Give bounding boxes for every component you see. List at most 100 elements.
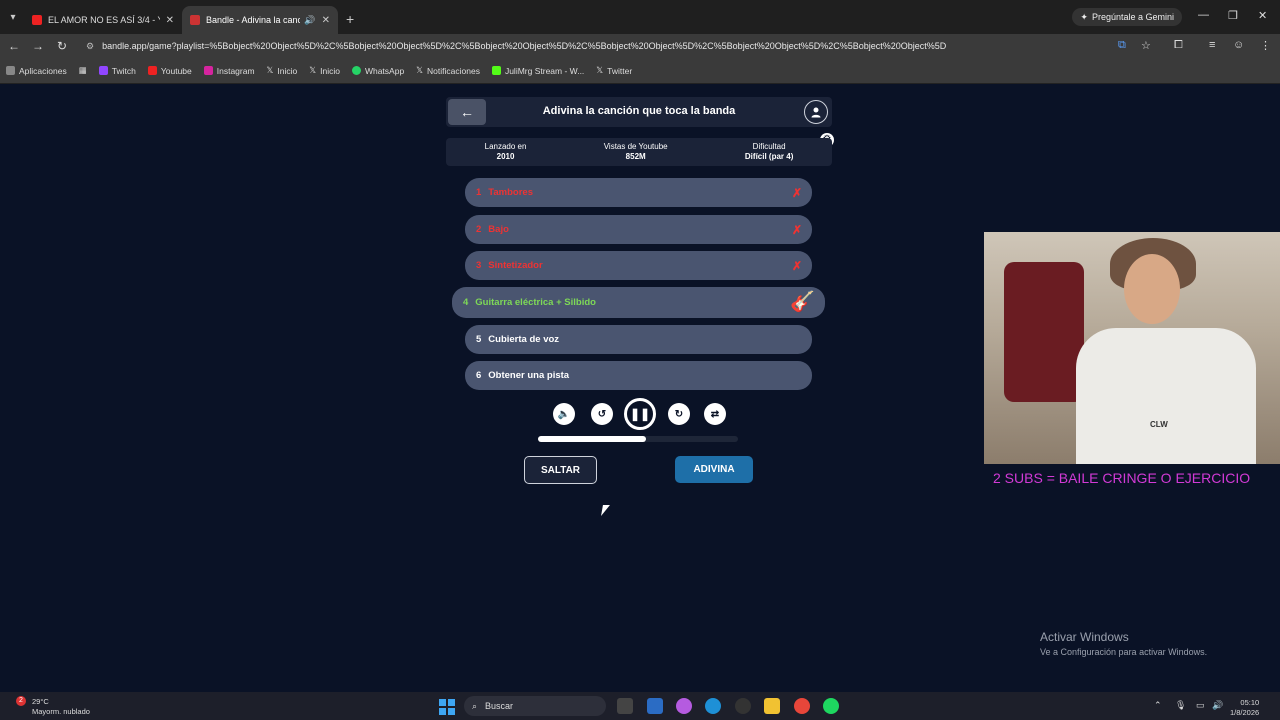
wrong-x-icon: ✗ bbox=[791, 222, 802, 237]
temperature: 29°C bbox=[32, 697, 49, 706]
browser-tabbar: ▾ EL AMOR NO ES ASÍ 3/4 - YouT ✕ Bandle … bbox=[0, 0, 1280, 34]
address-bar[interactable]: ⚙ bandle.app/game?playlist=%5Bobject%20O… bbox=[80, 34, 1110, 58]
youtube-icon bbox=[147, 66, 157, 75]
file-explorer-icon[interactable] bbox=[764, 698, 780, 714]
more-menu-icon[interactable]: ⋮ bbox=[1260, 39, 1271, 52]
watermark-title: Activar Windows bbox=[1040, 630, 1129, 644]
rewind-5-icon[interactable]: ↺ bbox=[591, 403, 613, 425]
clue-row-hint[interactable]: 6 Obtener una pista bbox=[465, 361, 812, 390]
guess-button[interactable]: ADIVINA bbox=[675, 456, 753, 483]
tab-title: EL AMOR NO ES ASÍ 3/4 - YouT bbox=[48, 15, 160, 25]
chrome-icon[interactable] bbox=[794, 698, 810, 714]
windows-taskbar: 2 29°C Mayorm. nublado ⌕ Buscar ⌃ 🎙 ▭ 🔊 … bbox=[0, 692, 1280, 720]
clue-label: Bajo bbox=[488, 224, 509, 235]
loop-off-icon[interactable]: ⇄ bbox=[704, 403, 726, 425]
tab-search-chevron-icon[interactable]: ▾ bbox=[2, 6, 24, 28]
kick-icon bbox=[491, 66, 501, 75]
bookmark-youtube[interactable]: Youtube bbox=[147, 66, 192, 76]
browser-toolbar: ← → ↻ ⚙ bandle.app/game?playlist=%5Bobje… bbox=[0, 34, 1280, 58]
bookmark-twitch[interactable]: Twitch bbox=[98, 65, 136, 76]
stat-difficulty: Dificultad Difícil (par 4) bbox=[745, 142, 793, 162]
bookmark-label: Inicio bbox=[277, 65, 298, 76]
bookmark-label: JuliMrg Stream - W... bbox=[504, 65, 585, 76]
new-tab-icon[interactable]: + bbox=[346, 11, 354, 27]
tray-chevron-icon[interactable]: ⌃ bbox=[1154, 700, 1162, 711]
task-view-icon[interactable] bbox=[617, 698, 633, 714]
obs-icon[interactable] bbox=[735, 698, 751, 714]
bookmark-apps[interactable]: Aplicaciones bbox=[6, 66, 67, 76]
volume-icon[interactable]: 🔈 bbox=[553, 403, 575, 425]
gemini-button[interactable]: ✦ Pregúntale a Gemini bbox=[1072, 8, 1182, 26]
clock-date: 1/8/2026 bbox=[1230, 708, 1260, 717]
bookmark-kick[interactable]: JuliMrg Stream - W... bbox=[491, 65, 585, 76]
pause-button[interactable]: ❚❚ bbox=[624, 398, 656, 430]
clock-time: 05:10 bbox=[1240, 698, 1260, 707]
grid-icon: ▦ bbox=[78, 65, 87, 75]
stat-value: 852M bbox=[625, 152, 646, 161]
bookmark-label: Aplicaciones bbox=[19, 65, 67, 76]
site-info-icon[interactable]: ⚙ bbox=[86, 41, 94, 52]
clue-row-drums: 1 Tambores ✗ bbox=[465, 178, 812, 207]
streamer-shirt bbox=[1076, 328, 1256, 464]
tab-bandle[interactable]: Bandle - Adivina la canción 🔊 ✕ bbox=[182, 6, 338, 34]
bookmark-twitter[interactable]: 𝕏 Twitter bbox=[596, 65, 632, 76]
bookmark-label: Twitch bbox=[111, 65, 136, 76]
clue-number: 2 bbox=[476, 224, 482, 235]
url-text: bandle.app/game?playlist=%5Bobject%20Obj… bbox=[102, 41, 947, 51]
clue-row-bass: 2 Bajo ✗ bbox=[465, 215, 812, 244]
bookmark-instagram[interactable]: Instagram bbox=[203, 66, 255, 76]
extensions-icon[interactable]: ⧠ bbox=[1174, 39, 1183, 52]
clue-number: 3 bbox=[476, 260, 482, 271]
forward-icon[interactable]: → bbox=[26, 39, 50, 53]
clue-row-guitar[interactable]: 4 Guitarra eléctrica + Silbido 🎸 bbox=[452, 287, 825, 318]
close-tab-icon[interactable]: ✕ bbox=[166, 15, 174, 26]
reload-icon[interactable]: ↻ bbox=[50, 39, 74, 53]
weather-widget[interactable]: 2 29°C Mayorm. nublado bbox=[16, 696, 90, 717]
wrong-x-icon: ✗ bbox=[791, 258, 802, 273]
x-icon: 𝕏 bbox=[596, 65, 604, 75]
profile-avatar-icon[interactable]: ☺ bbox=[1233, 39, 1244, 51]
system-clock[interactable]: 05:10 1/8/2026 bbox=[1230, 698, 1259, 718]
edge-icon[interactable] bbox=[705, 698, 721, 714]
outlook-icon[interactable] bbox=[647, 698, 663, 714]
microphone-icon[interactable]: 🎙 bbox=[1175, 700, 1186, 711]
bookmark-star-icon[interactable]: ☆ bbox=[1141, 39, 1151, 52]
reading-list-icon[interactable]: ≡ bbox=[1209, 39, 1215, 51]
stat-label: Lanzado en bbox=[484, 142, 527, 151]
bookmark-label: Inicio bbox=[320, 65, 340, 76]
audio-playing-icon[interactable]: 🔊 bbox=[304, 15, 315, 26]
bookmark-label: WhatsApp bbox=[364, 65, 405, 76]
network-icon[interactable]: ▭ bbox=[1196, 700, 1205, 711]
close-window-icon[interactable]: ✕ bbox=[1258, 9, 1267, 22]
bookmark-grid[interactable]: ▦ bbox=[79, 65, 87, 76]
windows-start-icon[interactable] bbox=[439, 699, 455, 715]
clue-label: Obtener una pista bbox=[488, 370, 570, 381]
close-tab-icon[interactable]: ✕ bbox=[322, 15, 330, 26]
playback-progress[interactable] bbox=[538, 436, 738, 442]
activate-windows-watermark: Activar Windows Ve a Configuración para … bbox=[1040, 630, 1207, 657]
youtube-favicon-icon bbox=[32, 15, 42, 25]
x-icon: 𝕏 bbox=[416, 65, 424, 75]
profile-button[interactable] bbox=[804, 100, 828, 124]
clue-label: Cubierta de voz bbox=[488, 334, 560, 345]
spotify-icon[interactable] bbox=[823, 698, 839, 714]
forward-5-icon[interactable]: ↻ bbox=[668, 403, 690, 425]
minimize-icon[interactable]: — bbox=[1198, 9, 1209, 21]
back-icon[interactable]: ← bbox=[2, 39, 26, 53]
clue-row-synth: 3 Sintetizador ✗ bbox=[465, 251, 812, 280]
copilot-icon[interactable] bbox=[676, 698, 692, 714]
clue-row-vocals[interactable]: 5 Cubierta de voz bbox=[465, 325, 812, 354]
bookmark-x-inicio-1[interactable]: 𝕏 Inicio bbox=[267, 65, 298, 76]
bookmark-notificaciones[interactable]: 𝕏 Notificaciones bbox=[416, 65, 480, 76]
speaker-icon[interactable]: 🔊 bbox=[1212, 700, 1223, 711]
taskbar-search[interactable]: ⌕ Buscar bbox=[464, 696, 606, 716]
translate-icon[interactable]: ⧉ bbox=[1118, 39, 1126, 52]
bookmark-x-inicio-2[interactable]: 𝕏 Inicio bbox=[309, 65, 340, 76]
skip-button[interactable]: SALTAR bbox=[524, 456, 597, 484]
tab-youtube[interactable]: EL AMOR NO ES ASÍ 3/4 - YouT ✕ bbox=[24, 6, 182, 34]
clue-number: 1 bbox=[476, 187, 482, 198]
x-icon: 𝕏 bbox=[266, 65, 274, 75]
bookmark-whatsapp[interactable]: WhatsApp bbox=[351, 65, 405, 76]
restore-icon[interactable]: ❐ bbox=[1228, 9, 1238, 22]
pause-icon: ❚❚ bbox=[629, 407, 651, 421]
